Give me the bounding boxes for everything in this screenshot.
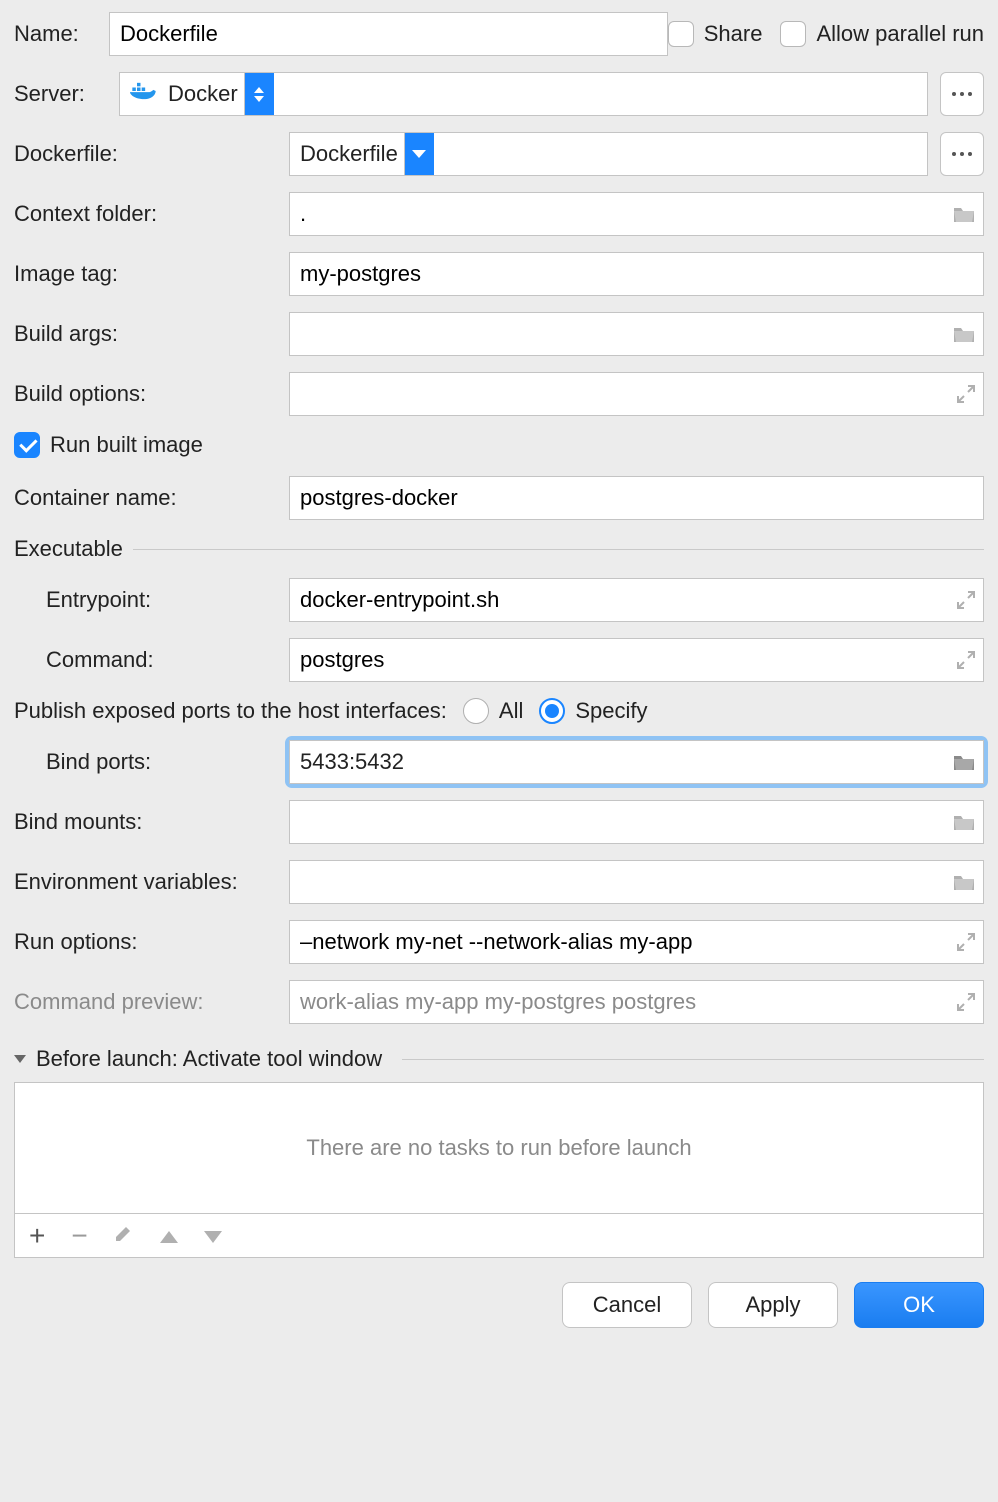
- checkbox-checked-icon: [14, 432, 40, 458]
- bind-mounts-label: Bind mounts:: [14, 809, 289, 835]
- before-launch-label: Before launch: Activate tool window: [36, 1046, 382, 1072]
- context-folder-input[interactable]: [289, 192, 984, 236]
- entrypoint-label: Entrypoint:: [14, 587, 289, 613]
- entrypoint-input[interactable]: [289, 578, 984, 622]
- dockerfile-select[interactable]: Dockerfile: [289, 132, 928, 176]
- server-value: Docker: [168, 81, 238, 107]
- before-launch-toolbar: + −: [14, 1214, 984, 1258]
- ports-all-radio[interactable]: All: [463, 698, 523, 724]
- checkbox-icon: [668, 21, 694, 47]
- ports-specify-label: Specify: [575, 698, 647, 724]
- dockerfile-label: Dockerfile:: [14, 141, 289, 167]
- container-name-label: Container name:: [14, 485, 289, 511]
- bind-ports-input[interactable]: [289, 740, 984, 784]
- updown-icon: [254, 87, 264, 102]
- expand-icon[interactable]: [956, 590, 976, 610]
- apply-button[interactable]: Apply: [708, 1282, 838, 1328]
- command-preview-label: Command preview:: [14, 989, 289, 1015]
- env-vars-input[interactable]: [289, 860, 984, 904]
- build-args-label: Build args:: [14, 321, 289, 347]
- share-checkbox[interactable]: Share: [668, 21, 763, 47]
- container-name-input[interactable]: [289, 476, 984, 520]
- build-options-input[interactable]: [289, 372, 984, 416]
- command-preview-field: [289, 980, 984, 1024]
- ok-button[interactable]: OK: [854, 1282, 984, 1328]
- server-select[interactable]: Docker: [119, 72, 928, 116]
- run-built-image-checkbox[interactable]: Run built image: [14, 432, 203, 458]
- publish-ports-label: Publish exposed ports to the host interf…: [14, 698, 447, 724]
- no-tasks-message: There are no tasks to run before launch: [306, 1135, 691, 1161]
- allow-parallel-label: Allow parallel run: [816, 21, 984, 47]
- chevron-down-icon: [412, 150, 426, 158]
- cancel-button[interactable]: Cancel: [562, 1282, 692, 1328]
- move-down-button[interactable]: [204, 1223, 222, 1249]
- dockerfile-browse-button[interactable]: [940, 132, 984, 176]
- dockerfile-value: Dockerfile: [300, 141, 398, 167]
- run-config-dialog: Name: Share Allow parallel run Server: D…: [0, 0, 998, 1342]
- build-options-label: Build options:: [14, 381, 289, 407]
- radio-checked-icon: [539, 698, 565, 724]
- expand-icon[interactable]: [956, 932, 976, 952]
- edit-task-button[interactable]: [114, 1223, 134, 1249]
- server-browse-button[interactable]: [940, 72, 984, 116]
- remove-task-button[interactable]: −: [71, 1222, 87, 1250]
- run-options-label: Run options:: [14, 929, 289, 955]
- server-label: Server:: [14, 81, 119, 107]
- command-input[interactable]: [289, 638, 984, 682]
- divider: [133, 549, 984, 550]
- build-args-input[interactable]: [289, 312, 984, 356]
- image-tag-input[interactable]: [289, 252, 984, 296]
- run-options-input[interactable]: [289, 920, 984, 964]
- disclosure-triangle-icon[interactable]: [14, 1055, 26, 1063]
- allow-parallel-checkbox[interactable]: Allow parallel run: [780, 21, 984, 47]
- divider: [402, 1059, 984, 1060]
- expand-icon[interactable]: [956, 992, 976, 1012]
- bind-ports-label: Bind ports:: [14, 749, 289, 775]
- context-folder-label: Context folder:: [14, 201, 289, 227]
- bind-mounts-input[interactable]: [289, 800, 984, 844]
- name-label: Name:: [14, 21, 109, 47]
- expand-icon[interactable]: [956, 384, 976, 404]
- docker-icon: [130, 80, 168, 108]
- before-launch-list: There are no tasks to run before launch: [14, 1082, 984, 1214]
- checkbox-icon: [780, 21, 806, 47]
- executable-section-label: Executable: [14, 536, 123, 562]
- image-tag-label: Image tag:: [14, 261, 289, 287]
- move-up-button[interactable]: [160, 1223, 178, 1249]
- share-label: Share: [704, 21, 763, 47]
- env-vars-label: Environment variables:: [14, 869, 289, 895]
- run-built-image-label: Run built image: [50, 432, 203, 458]
- command-label: Command:: [14, 647, 289, 673]
- name-input[interactable]: [109, 12, 668, 56]
- ports-specify-radio[interactable]: Specify: [539, 698, 647, 724]
- ports-all-label: All: [499, 698, 523, 724]
- add-task-button[interactable]: +: [29, 1222, 45, 1250]
- expand-icon[interactable]: [956, 650, 976, 670]
- radio-icon: [463, 698, 489, 724]
